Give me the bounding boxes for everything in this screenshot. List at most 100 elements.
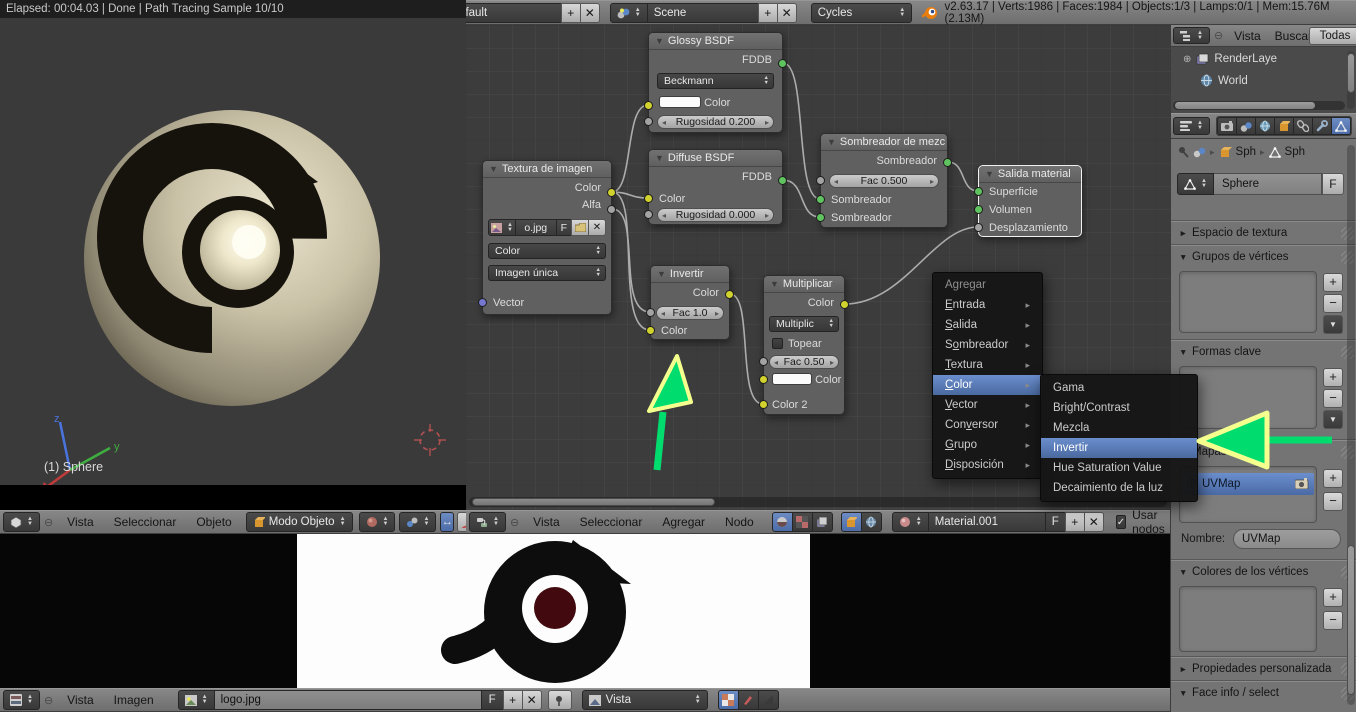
fac-input-socket[interactable] xyxy=(759,357,768,366)
remove-vertex-color-button[interactable]: − xyxy=(1323,611,1343,630)
add-vertex-color-button[interactable]: + xyxy=(1323,588,1343,607)
material-name-field[interactable]: Material.001 xyxy=(928,512,1046,532)
menu-seleccionar[interactable]: Seleccionar xyxy=(570,515,653,529)
delete-layout-button[interactable]: ✕ xyxy=(580,3,600,23)
collapse-menus-icon[interactable]: ⊖ xyxy=(44,516,53,529)
menu-agregar[interactable]: Agregar xyxy=(652,515,715,529)
roughness-input-socket[interactable] xyxy=(644,117,653,126)
menu-vista[interactable]: Vista xyxy=(57,515,103,529)
menu-imagen[interactable]: Imagen xyxy=(104,693,164,707)
remove-vertex-group-button[interactable]: − xyxy=(1323,294,1343,313)
scene-icon-button[interactable]: ▲▼ xyxy=(610,3,648,23)
outliner-hscrollbar[interactable] xyxy=(1173,101,1345,110)
display-channels-select[interactable]: Vista ▲▼ xyxy=(582,690,708,710)
shader1-input-socket[interactable] xyxy=(816,195,825,204)
remove-shape-key-button[interactable]: − xyxy=(1323,389,1343,408)
node-header[interactable]: ▼Glossy BSDF xyxy=(649,33,782,50)
node-header[interactable]: ▼Sombreador de mezc xyxy=(821,134,947,151)
slider-left-icon[interactable]: ◂ xyxy=(661,307,665,320)
render-camera-icon[interactable] xyxy=(1295,478,1309,489)
output-socket[interactable] xyxy=(778,59,787,68)
tab-object[interactable] xyxy=(1274,117,1294,135)
vector-input-socket[interactable] xyxy=(478,298,487,307)
shader2-input-socket[interactable] xyxy=(816,213,825,222)
shading-select[interactable]: ▲▼ xyxy=(359,512,396,532)
collapse-menus-icon[interactable]: ⊖ xyxy=(1214,29,1223,42)
collapse-icon[interactable]: ▼ xyxy=(655,153,664,163)
vertex-colors-list[interactable] xyxy=(1179,586,1317,652)
slider-right-icon[interactable]: ▸ xyxy=(765,209,769,222)
fac-slider[interactable]: ◂Fac 0.500▸ xyxy=(829,174,939,188)
color-row[interactable]: Color xyxy=(649,95,782,111)
collapse-icon[interactable]: ▼ xyxy=(827,137,836,147)
menu-item-decaimiento-de-la-luz[interactable]: Decaimiento de la luz xyxy=(1041,478,1197,498)
menu-item-vector[interactable]: Vector▸ xyxy=(933,395,1042,415)
color-input-socket[interactable] xyxy=(644,194,653,203)
tab-world[interactable] xyxy=(1255,117,1275,135)
node-header[interactable]: ▼Salida material xyxy=(979,166,1081,183)
outliner-filter-button[interactable]: Todas xyxy=(1309,27,1356,45)
menu-item-textura[interactable]: Textura▸ xyxy=(933,355,1042,375)
roughness-slider[interactable]: ◂Rugosidad 0.200▸ xyxy=(657,115,774,129)
roughness-input-socket[interactable] xyxy=(644,210,653,219)
node-header[interactable]: ▼Invertir xyxy=(651,266,729,283)
breadcrumb-data[interactable]: Sph xyxy=(1285,146,1305,158)
menu-item-mezcla[interactable]: Mezcla xyxy=(1041,418,1197,438)
menu-item-invertir[interactable]: Invertir xyxy=(1041,438,1197,458)
outliner-item-renderlayer[interactable]: ⊕ RenderLaye xyxy=(1183,53,1277,65)
color1-input-socket[interactable] xyxy=(759,375,768,384)
mode-select[interactable]: Modo Objeto ▲▼ xyxy=(246,512,353,532)
uv-name-field[interactable]: UVMap xyxy=(1233,529,1341,549)
use-nodes-row[interactable]: ✓ Usar nodos xyxy=(1116,508,1170,536)
collapse-icon[interactable]: ▼ xyxy=(770,279,779,289)
fake-user-button[interactable]: F xyxy=(481,690,504,710)
render-engine-select[interactable]: Cycles ▲▼ xyxy=(811,3,913,23)
fac-input-socket[interactable] xyxy=(816,176,825,185)
scrollbar-thumb[interactable] xyxy=(1347,53,1355,93)
menu-item-conversor[interactable]: Conversor▸ xyxy=(933,415,1042,435)
uv-maps-list[interactable]: UVMap xyxy=(1179,466,1317,523)
outliner-item-world[interactable]: World xyxy=(1200,74,1248,87)
editor-type-selector[interactable]: ▲▼ xyxy=(3,690,40,710)
node-invert[interactable]: ▼Invertir Color ◂Fac 1.0▸ Color xyxy=(650,265,730,340)
collapse-menus-icon[interactable]: ⊖ xyxy=(44,694,53,707)
roughness-slider[interactable]: ◂Rugosidad 0.000▸ xyxy=(657,208,774,222)
node-multiply[interactable]: ▼Multiplicar Color Multiplic▲▼ Topear ◂F… xyxy=(763,275,845,415)
panel-propiedades-personalizada[interactable]: ►Propiedades personalizada xyxy=(1171,657,1356,679)
panel-face-info-select[interactable]: ▼Face info / select xyxy=(1171,681,1356,703)
unlink-image-button[interactable]: ✕ xyxy=(588,219,606,236)
fake-user-button[interactable]: F xyxy=(1045,512,1066,532)
scrollbar-thumb[interactable] xyxy=(1175,102,1315,109)
collapse-menus-icon[interactable]: ⊖ xyxy=(510,516,519,529)
object-material-toggle[interactable] xyxy=(841,512,862,532)
compositing-nodes-toggle[interactable] xyxy=(812,512,833,532)
panel-colores-de-los-vertices[interactable]: ▼Colores de los vértices xyxy=(1171,560,1356,582)
node-image-texture[interactable]: ▼Textura de imagen Color Alfa ▲▼ o.jpg F… xyxy=(482,160,612,315)
node-header[interactable]: ▼Diffuse BSDF xyxy=(649,150,782,167)
surface-input-socket[interactable] xyxy=(974,187,983,196)
scrollbar-thumb[interactable] xyxy=(472,498,715,506)
shader-nodes-toggle[interactable] xyxy=(772,512,793,532)
output-socket[interactable] xyxy=(778,176,787,185)
image-browse-button[interactable]: ▲▼ xyxy=(178,690,215,710)
editor-type-selector[interactable]: ▲▼ xyxy=(1173,27,1210,44)
collapse-icon[interactable]: ▼ xyxy=(657,269,666,279)
node-header[interactable]: ▼Textura de imagen xyxy=(483,161,611,178)
image-browse-button[interactable]: ▲▼ xyxy=(488,219,516,236)
mesh-name-field[interactable]: Sphere xyxy=(1214,173,1322,195)
viewport-3d[interactable]: Elapsed: 00:04.03 | Done | Path Tracing … xyxy=(0,0,466,485)
add-material-button[interactable]: + xyxy=(1065,512,1085,532)
menu-vista[interactable]: Vista xyxy=(57,693,103,707)
paint-toggle[interactable] xyxy=(738,690,759,710)
color-output-socket[interactable] xyxy=(840,300,849,309)
tab-constraints[interactable] xyxy=(1293,117,1313,135)
add-layout-button[interactable]: + xyxy=(561,3,581,23)
alpha-output-socket[interactable] xyxy=(607,205,616,214)
vertex-group-specials-button[interactable]: ▼ xyxy=(1323,315,1343,334)
panel-formas-clave[interactable]: ▼Formas clave xyxy=(1171,340,1356,362)
panel-grupos-de-vertices[interactable]: ▼Grupos de vértices xyxy=(1171,245,1356,267)
vertex-groups-list[interactable] xyxy=(1179,271,1317,333)
color-output-socket[interactable] xyxy=(607,188,616,197)
slider-left-icon[interactable]: ◂ xyxy=(662,209,666,222)
color-alpha-toggle[interactable] xyxy=(718,690,739,710)
